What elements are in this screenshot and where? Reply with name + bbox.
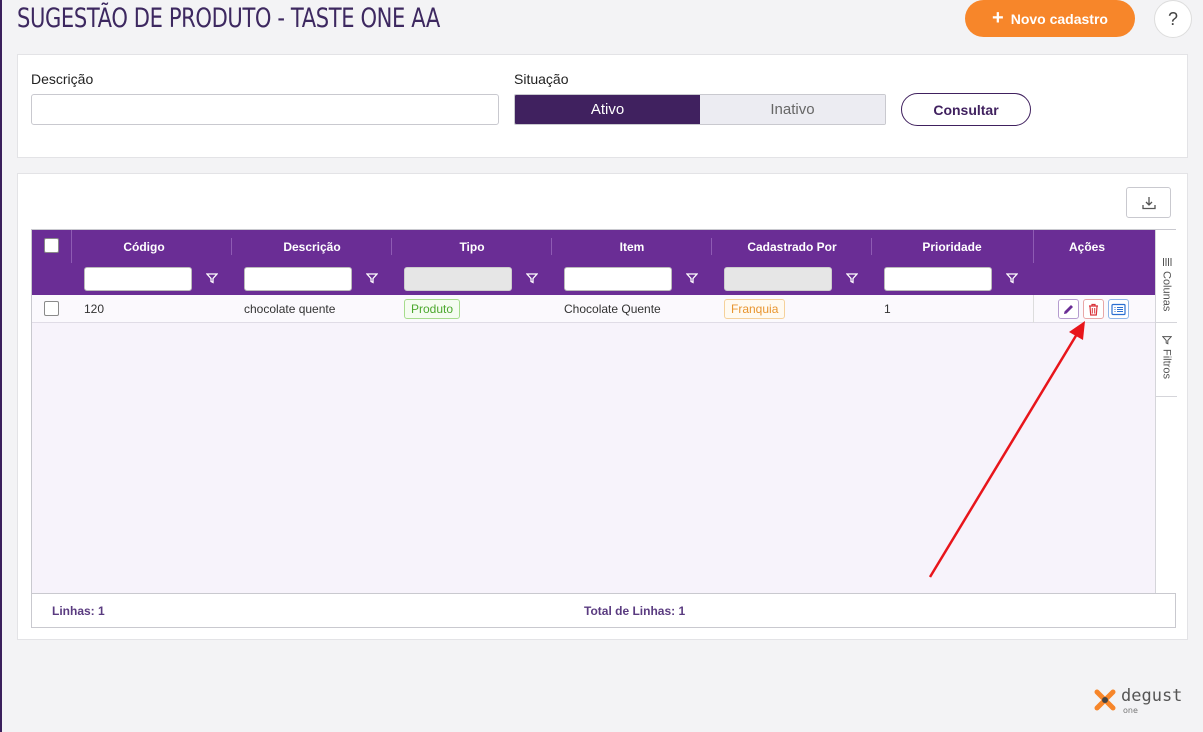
annotation-arrow xyxy=(928,321,1085,578)
degust-logo-icon xyxy=(1094,689,1116,711)
logo-sub: one xyxy=(1123,706,1138,715)
degust-logo: degust one xyxy=(1093,686,1183,715)
logo-name: degust xyxy=(1121,686,1183,706)
